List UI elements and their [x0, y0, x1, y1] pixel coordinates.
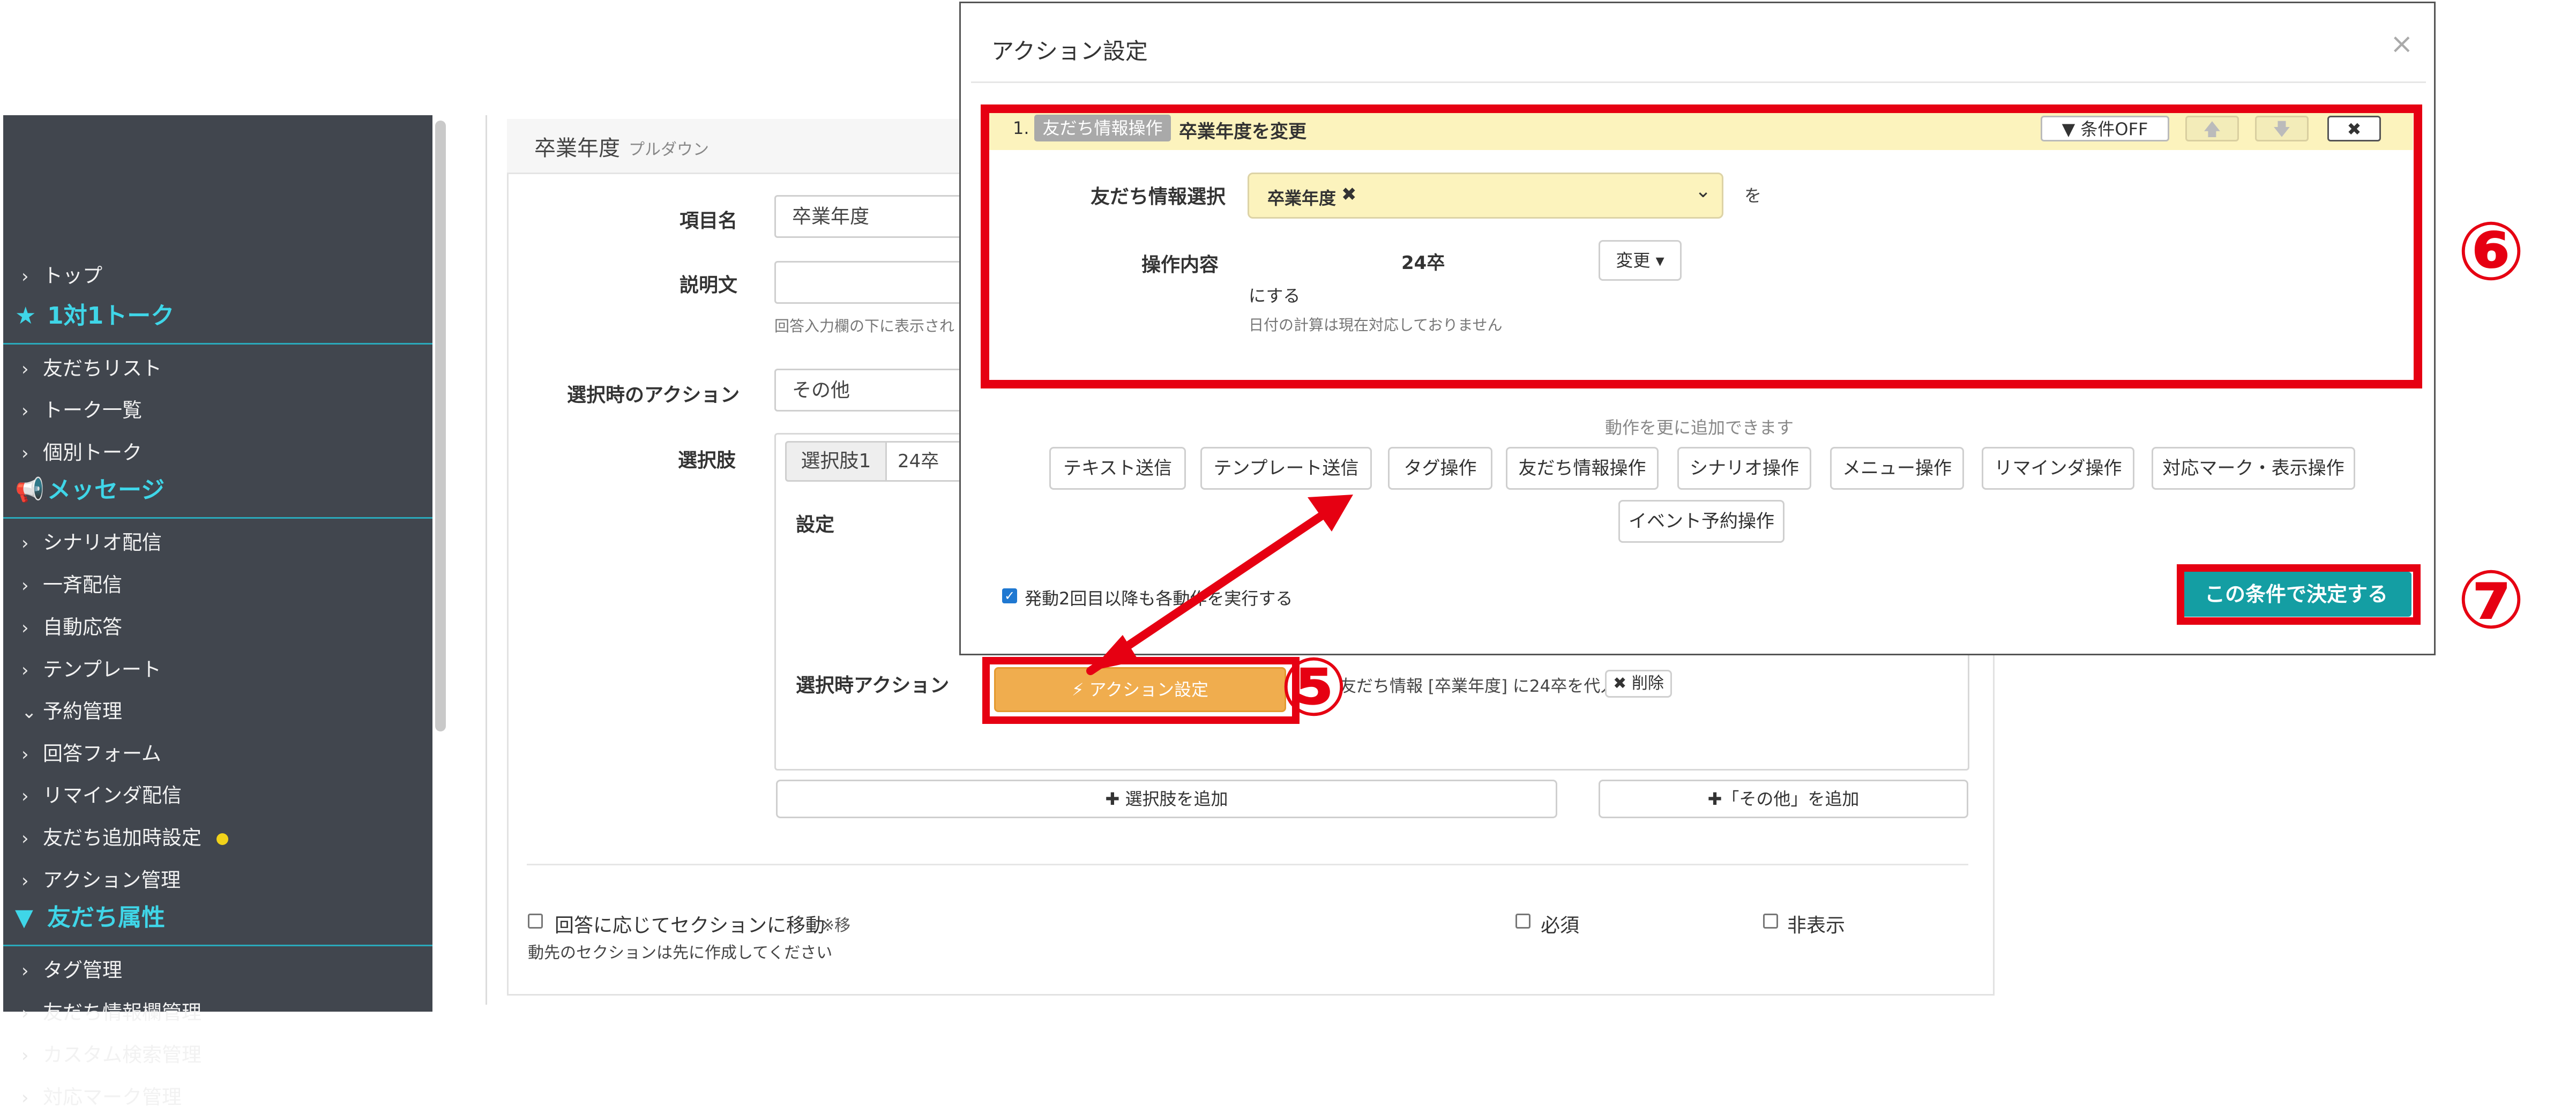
sidebar-item-custom-search[interactable]: › カスタム検索管理 — [21, 1039, 201, 1071]
chevron-right-icon: › — [21, 1045, 29, 1066]
annotation-seven: ⑦ — [2457, 554, 2526, 647]
sidebar-item-mark-manage[interactable]: › 対応マーク管理 — [21, 1081, 182, 1113]
chevron-right-icon: › — [21, 1087, 29, 1109]
annotation-five: ⑤ — [1280, 641, 1348, 734]
annotation-six: ⑥ — [2457, 205, 2526, 298]
annotation-arrow — [1086, 495, 1353, 675]
